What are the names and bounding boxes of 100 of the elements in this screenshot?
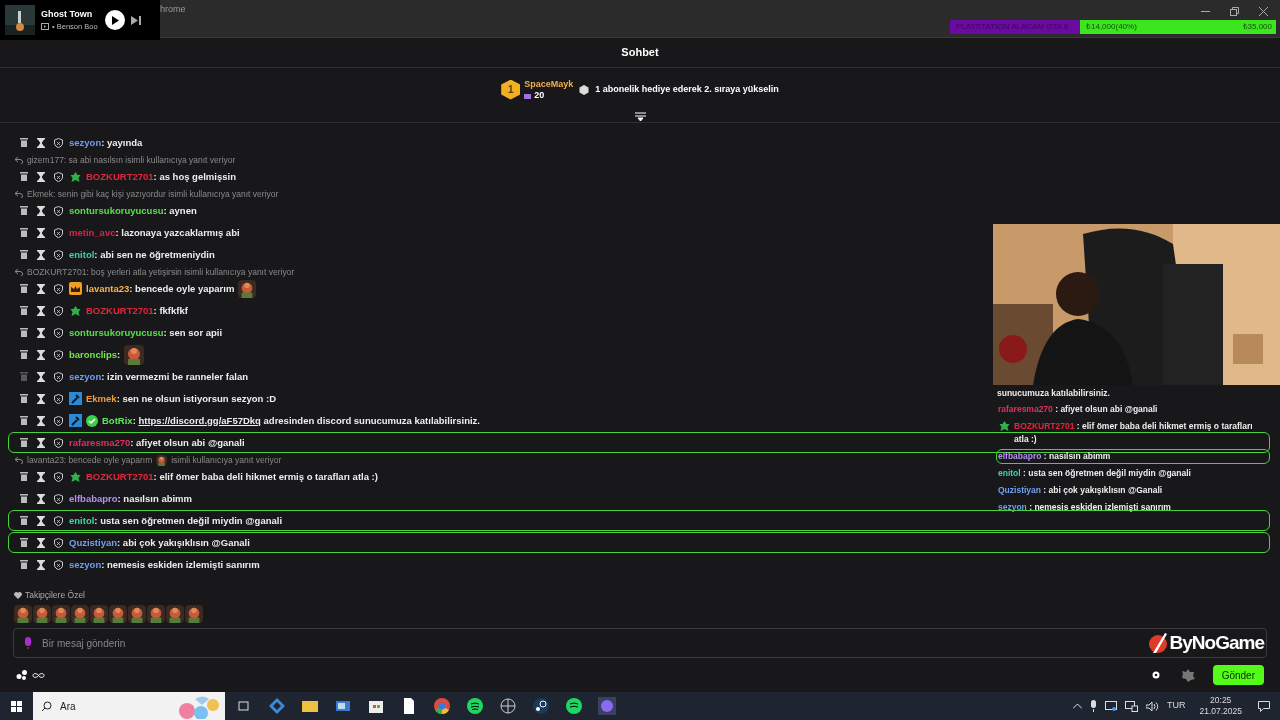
speaker-icon[interactable] <box>1145 700 1159 712</box>
hourglass-icon[interactable] <box>37 393 45 404</box>
settings-icon[interactable] <box>1150 670 1161 681</box>
crown-badge-icon <box>69 282 82 296</box>
screen-icon[interactable] <box>1104 700 1117 712</box>
shield-icon[interactable] <box>54 471 63 482</box>
clock-time[interactable]: 20:25 <box>1210 695 1232 706</box>
hourglass-icon[interactable] <box>37 349 45 360</box>
diamond-app-icon[interactable] <box>268 697 286 715</box>
shield-icon[interactable] <box>54 559 63 570</box>
trash-icon[interactable] <box>20 394 28 404</box>
dots-icon[interactable] <box>16 670 28 681</box>
message-field[interactable]: Bir mesaj gönderin ByNoGame <box>13 628 1267 659</box>
trash-icon[interactable] <box>20 538 28 548</box>
hourglass-icon[interactable] <box>37 437 45 448</box>
trash-icon[interactable] <box>20 416 28 426</box>
hourglass-icon[interactable] <box>37 227 45 238</box>
shield-icon[interactable] <box>54 137 63 148</box>
goal-label: PLAYSTATION ALACAM GTA 6 <box>955 21 1070 33</box>
shield-icon[interactable] <box>54 205 63 216</box>
shield-icon[interactable] <box>54 305 63 316</box>
trash-icon[interactable] <box>20 560 28 570</box>
shield-icon[interactable] <box>54 437 63 448</box>
wrench-badge-icon <box>69 392 82 406</box>
wrench-badge-icon <box>69 414 82 428</box>
shield-icon[interactable] <box>54 227 63 238</box>
shield-icon[interactable] <box>54 371 63 382</box>
shield-icon[interactable] <box>54 327 63 338</box>
trash-icon[interactable] <box>20 494 28 504</box>
shield-icon[interactable] <box>54 249 63 260</box>
restore-icon[interactable] <box>1230 7 1239 16</box>
hourglass-icon[interactable] <box>37 327 45 338</box>
globe-icon[interactable] <box>499 697 517 715</box>
trash-icon[interactable] <box>20 284 28 294</box>
chat-message: sezyon: izin vermezmi be ranneler falan <box>69 369 248 384</box>
hourglass-icon[interactable] <box>37 305 45 316</box>
spotify-icon[interactable] <box>565 697 583 715</box>
hourglass-icon[interactable] <box>37 283 45 294</box>
spotify-icon[interactable] <box>466 697 484 715</box>
chrome-icon[interactable] <box>433 697 451 715</box>
shield-icon[interactable] <box>54 493 63 504</box>
reply-icon <box>15 190 23 198</box>
reply-text: Ekmek: senin gibi kaç kişi yazıyordur isimli kullanıcıya yanıt veriyor <box>27 188 279 201</box>
hourglass-icon[interactable] <box>37 249 45 260</box>
infinity-icon[interactable] <box>32 671 45 679</box>
notification-icon[interactable] <box>1258 700 1270 712</box>
shield-icon[interactable] <box>54 283 63 294</box>
trash-icon[interactable] <box>20 172 28 182</box>
trash-icon[interactable] <box>20 250 28 260</box>
spiky-icon[interactable] <box>1180 668 1195 682</box>
trash-icon[interactable] <box>20 328 28 338</box>
hourglass-icon[interactable] <box>37 471 45 482</box>
clock-date[interactable]: 21.07.2025 <box>1199 706 1242 717</box>
close-icon[interactable] <box>1259 7 1268 16</box>
hourglass-icon[interactable] <box>37 537 45 548</box>
trash-icon[interactable] <box>20 472 28 482</box>
shield-icon[interactable] <box>54 415 63 426</box>
search-icon <box>41 700 52 712</box>
hourglass-icon[interactable] <box>37 493 45 504</box>
trash-icon[interactable] <box>20 350 28 360</box>
chat-message: sezyon: nemesis eskiden izlemişti sanırım <box>69 557 260 572</box>
windows-icon[interactable] <box>11 700 22 712</box>
scroll-down-icon[interactable] <box>634 111 646 121</box>
hourglass-icon[interactable] <box>37 415 45 426</box>
gift-icon <box>524 91 532 99</box>
play-button[interactable] <box>105 10 125 30</box>
gift-count: 20 <box>534 89 545 101</box>
hourglass-icon[interactable] <box>37 205 45 216</box>
top-gifter-name: SpaceMayk <box>524 78 574 90</box>
chat-message: BOZKURT2701: elif ömer baba deli hikmet ermiş o tarafları atla :) <box>86 469 378 484</box>
trash-icon[interactable] <box>20 306 28 316</box>
emote-section-title: Takipçilere Özel <box>25 589 85 603</box>
shield-icon[interactable] <box>54 349 63 360</box>
shield-icon[interactable] <box>54 515 63 526</box>
search-field[interactable]: Ara <box>33 692 225 720</box>
send-button[interactable]: Gönder <box>1212 665 1264 686</box>
trash-icon[interactable] <box>20 138 28 148</box>
chat-message: sontursukoruyucusu: sen sor apii <box>69 325 223 340</box>
hourglass-icon[interactable] <box>37 371 45 382</box>
message-link[interactable]: https://discord.gg/aF57Dkq <box>138 414 261 426</box>
trash-icon[interactable] <box>20 228 28 238</box>
message-input[interactable]: Bir mesaj gönderin <box>42 635 1138 651</box>
chevron-up-icon[interactable] <box>1072 703 1082 709</box>
shield-icon[interactable] <box>54 171 63 182</box>
language-indicator[interactable]: TUR <box>1166 699 1186 713</box>
trash-icon[interactable] <box>20 516 28 526</box>
hourglass-icon[interactable] <box>37 559 45 570</box>
hourglass-icon[interactable] <box>37 137 45 148</box>
next-icon[interactable] <box>131 15 141 25</box>
video-icon <box>41 23 49 31</box>
shield-icon[interactable] <box>54 537 63 548</box>
network-icon[interactable] <box>1124 700 1138 712</box>
shield-icon[interactable] <box>54 393 63 404</box>
trash-icon[interactable] <box>20 206 28 216</box>
clover-badge-icon <box>998 420 1011 432</box>
hourglass-icon[interactable] <box>37 515 45 526</box>
hourglass-icon[interactable] <box>37 171 45 182</box>
overlay-chat-message: BOZKURT2701 : elif ömer baba deli hikmet ermiş o tarafları atla :) <box>1014 420 1254 446</box>
microphone-icon[interactable] <box>1089 700 1097 712</box>
trash-icon[interactable] <box>20 438 28 448</box>
